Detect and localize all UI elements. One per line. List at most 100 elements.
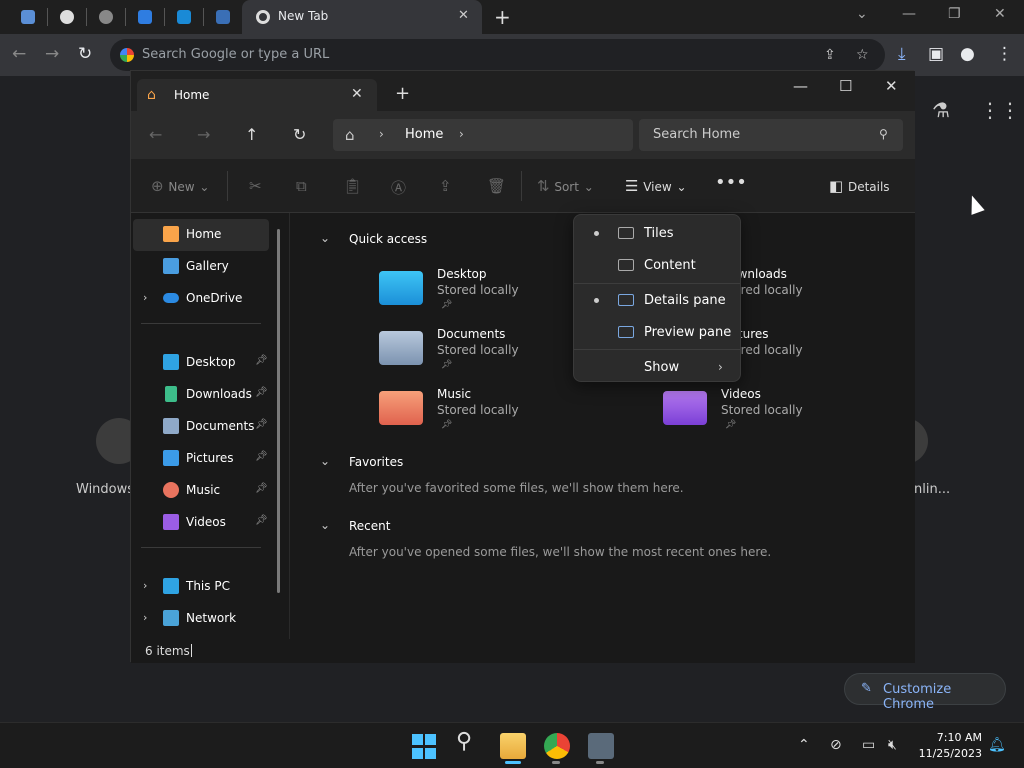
- new-button[interactable]: ⊕ New ⌄: [151, 177, 209, 195]
- windows-start-icon[interactable]: [412, 734, 438, 760]
- chevron-right-icon[interactable]: ›: [379, 127, 384, 141]
- pinned-tab-1[interactable]: [16, 6, 40, 28]
- refresh-icon[interactable]: ↻: [293, 125, 306, 144]
- control-panel-icon[interactable]: [588, 733, 614, 759]
- close-tab-icon[interactable]: ✕: [458, 8, 469, 23]
- close-window-button[interactable]: ✕: [885, 77, 898, 95]
- view-label: View: [643, 180, 672, 194]
- nav-item-label: Documents: [186, 419, 255, 433]
- volume-muted-icon[interactable]: 🔇︎: [888, 737, 897, 753]
- tab-search-icon[interactable]: ⌄: [856, 6, 868, 22]
- display-icon[interactable]: ▭: [862, 737, 875, 753]
- pinned-tab-4[interactable]: [133, 6, 157, 28]
- new-tab-button[interactable]: +: [494, 5, 511, 29]
- menu-item-details-pane[interactable]: Details pane: [578, 285, 738, 315]
- new-tab-button[interactable]: +: [395, 83, 410, 104]
- nav-scrollbar[interactable]: [277, 229, 280, 593]
- nav-item-downloads[interactable]: Downloads 📌︎: [133, 379, 269, 411]
- minimize-button[interactable]: —: [902, 6, 916, 22]
- nav-item-music[interactable]: Music 📌︎: [133, 475, 269, 507]
- chevron-down-icon[interactable]: ⌄: [320, 454, 330, 468]
- clock-time[interactable]: 7:10 AM: [930, 731, 982, 744]
- share-icon[interactable]: ⇪: [439, 177, 452, 195]
- pinned-tab-3[interactable]: [94, 6, 118, 28]
- pinned-tab-2[interactable]: [55, 6, 79, 28]
- quick-access-music[interactable]: Music Stored locally 📌︎: [379, 387, 619, 443]
- up-arrow-icon[interactable]: ↑: [245, 125, 258, 144]
- notification-bell-icon[interactable]: 🔔︎: [988, 737, 1006, 753]
- address-box[interactable]: ⌂ › Home ›: [333, 119, 633, 151]
- search-icon[interactable]: ⚲: [456, 729, 482, 755]
- rename-icon[interactable]: Ⓐ: [391, 177, 406, 198]
- nav-item-desktop[interactable]: Desktop 📌︎: [133, 347, 269, 379]
- delete-icon[interactable]: 🗑︎: [487, 177, 506, 195]
- share-icon[interactable]: ⇪: [824, 47, 836, 63]
- network-off-icon[interactable]: ⊘: [830, 737, 842, 753]
- google-apps-icon[interactable]: ⋮⋮: [980, 98, 1020, 122]
- bookmark-star-icon[interactable]: ☆: [856, 47, 869, 63]
- profile-icon[interactable]: ●: [960, 44, 975, 64]
- search-input[interactable]: Search Home ⚲: [639, 119, 903, 151]
- nav-item-home[interactable]: Home: [133, 219, 269, 251]
- pin-icon: 📌︎: [255, 387, 268, 398]
- customize-chrome-label: Customize Chrome: [883, 682, 952, 712]
- search-icon: ⚲: [879, 127, 888, 141]
- forward-arrow-icon[interactable]: →: [197, 125, 210, 144]
- menu-item-preview-pane[interactable]: Preview pane: [578, 317, 738, 347]
- nav-item-videos[interactable]: Videos 📌︎: [133, 507, 269, 539]
- maximize-button[interactable]: ☐: [839, 77, 852, 95]
- section-quick-access[interactable]: Quick access: [349, 232, 427, 246]
- side-panel-icon[interactable]: ▣: [928, 44, 944, 64]
- menu-item-content[interactable]: Content: [578, 250, 738, 280]
- section-recent[interactable]: Recent: [349, 519, 390, 533]
- chrome-tab-new-tab[interactable]: New Tab ✕: [242, 0, 482, 34]
- copy-icon[interactable]: ⧉: [296, 177, 307, 195]
- nav-item-documents[interactable]: Documents 📌︎: [133, 411, 269, 443]
- customize-chrome-button[interactable]: ✎ Customize Chrome: [844, 673, 1006, 712]
- nav-item-network[interactable]: › Network: [133, 603, 269, 635]
- close-tab-icon[interactable]: ✕: [351, 86, 363, 102]
- explorer-tab-home[interactable]: ⌂ Home ✕: [137, 79, 377, 111]
- nav-item-pictures[interactable]: Pictures 📌︎: [133, 443, 269, 475]
- chrome-labs-icon[interactable]: ⚗: [932, 98, 950, 122]
- sort-button[interactable]: ⇅ Sort ⌄: [537, 177, 594, 195]
- menu-item-show[interactable]: Show ›: [578, 352, 738, 382]
- file-explorer-icon[interactable]: [500, 733, 526, 759]
- chevron-down-icon[interactable]: ⌄: [320, 518, 330, 532]
- pinned-tab-5[interactable]: [172, 6, 196, 28]
- paste-icon[interactable]: 📋︎: [343, 177, 362, 195]
- tab-separator: [47, 8, 48, 26]
- menu-item-tiles[interactable]: Tiles: [578, 218, 738, 248]
- omnibox[interactable]: Search Google or type a URL ⇪ ☆: [110, 39, 885, 71]
- back-arrow-icon[interactable]: ←: [12, 44, 26, 64]
- forward-arrow-icon[interactable]: →: [45, 44, 59, 64]
- minimize-button[interactable]: —: [793, 77, 808, 95]
- chevron-right-icon[interactable]: ›: [459, 127, 464, 141]
- clock-date[interactable]: 11/25/2023: [918, 747, 982, 760]
- section-favorites[interactable]: Favorites: [349, 455, 403, 469]
- pinned-tab-6[interactable]: [211, 6, 235, 28]
- pin-icon: 📌︎: [441, 300, 453, 310]
- chevron-down-icon[interactable]: ⌄: [320, 231, 330, 245]
- details-button[interactable]: ◧ Details: [829, 177, 890, 195]
- chrome-taskbar-icon[interactable]: [544, 733, 570, 759]
- chevron-up-icon[interactable]: ⌃: [798, 737, 810, 753]
- view-button[interactable]: ☰ View ⌄: [625, 177, 687, 195]
- menu-dots-icon[interactable]: ⋮: [996, 44, 1013, 64]
- nav-item-this-pc[interactable]: › This PC: [133, 571, 269, 603]
- quick-access-videos[interactable]: Videos Stored locally 📌︎: [663, 387, 903, 443]
- pinned-tab-favicon-icon: [216, 10, 230, 24]
- nav-item-onedrive[interactable]: › OneDrive: [133, 283, 269, 315]
- nav-item-gallery[interactable]: Gallery: [133, 251, 269, 283]
- chevron-right-icon[interactable]: ›: [143, 611, 147, 624]
- close-window-button[interactable]: ✕: [994, 6, 1006, 22]
- restore-button[interactable]: ❐: [948, 6, 961, 22]
- chevron-right-icon[interactable]: ›: [143, 291, 147, 304]
- download-icon[interactable]: ⤓: [898, 44, 906, 64]
- back-arrow-icon[interactable]: ←: [149, 125, 162, 144]
- more-options-icon[interactable]: •••: [715, 172, 747, 193]
- cut-icon[interactable]: ✂: [249, 177, 262, 195]
- chevron-right-icon[interactable]: ›: [143, 579, 147, 592]
- reload-icon[interactable]: ↻: [78, 44, 92, 64]
- breadcrumb-home[interactable]: Home: [405, 127, 443, 142]
